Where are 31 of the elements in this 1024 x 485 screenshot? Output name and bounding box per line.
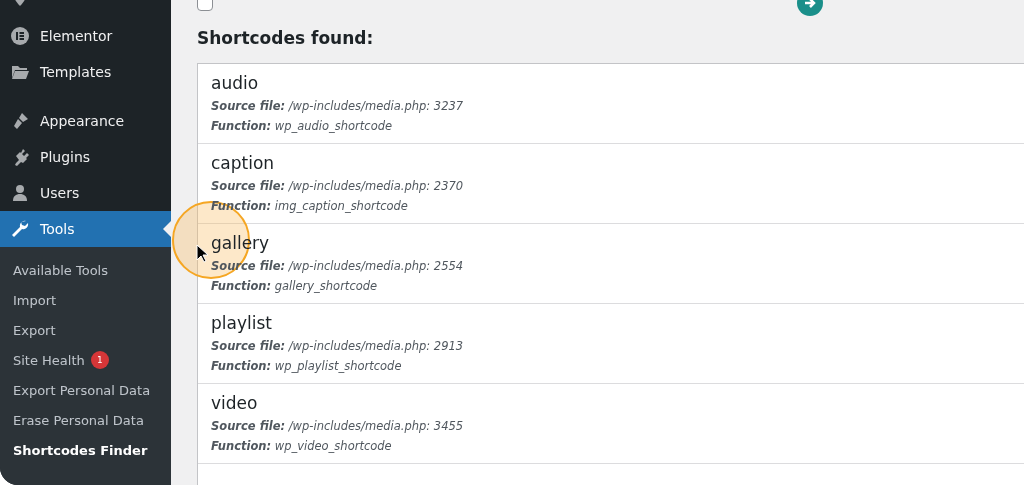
source-file-line: Source file: /wp-includes/media.php: 2370 [211, 178, 464, 195]
sidebar-item[interactable]: Elementor [0, 18, 171, 54]
source-file-line: Source file: /wp-includes/media.php: 3455 [211, 418, 464, 435]
function-line: Function: wp_playlist_shortcode [211, 358, 402, 375]
submenu-item[interactable]: Import [0, 285, 171, 315]
section-heading: Shortcodes found: [197, 28, 375, 48]
current-caret [163, 221, 171, 237]
submenu-item[interactable]: Erase Personal Data [0, 405, 171, 435]
source-file-line: Source file: /wp-includes/media.php: 2913 [211, 338, 464, 355]
sidebar-item[interactable]: Appearance [0, 103, 171, 139]
shortcode-name: playlist [211, 312, 272, 335]
submenu-item[interactable]: Export Personal Data [0, 375, 171, 405]
count-badge: 1 [90, 351, 109, 369]
submenu-item[interactable]: Shortcodes Finder [0, 435, 171, 465]
shortcode-name: caption [211, 152, 275, 175]
shortcode-name: audio [211, 72, 259, 95]
shortcode-name: video [211, 392, 258, 415]
source-file-line: Source file: /wp-includes/media.php: 3237 [211, 98, 464, 115]
user-icon [10, 183, 30, 203]
function-line: Function: wp_video_shortcode [211, 438, 392, 455]
sidebar-item[interactable]: Users [0, 175, 171, 211]
submenu-item[interactable]: Available Tools [0, 255, 171, 285]
sidebar-item[interactable]: Templates [0, 54, 171, 90]
sidebar-item[interactable]: Plugins [0, 139, 171, 175]
elementor-icon [10, 26, 30, 46]
submenu-item[interactable]: Site Health 1 [0, 345, 171, 375]
submenu-item[interactable]: Export [0, 315, 171, 345]
sidebar-item[interactable]: Tools [0, 211, 171, 247]
function-line: Function: wp_audio_shortcode [211, 118, 393, 135]
wrench-icon [10, 219, 30, 239]
function-line: Function: gallery_shortcode [211, 278, 378, 295]
